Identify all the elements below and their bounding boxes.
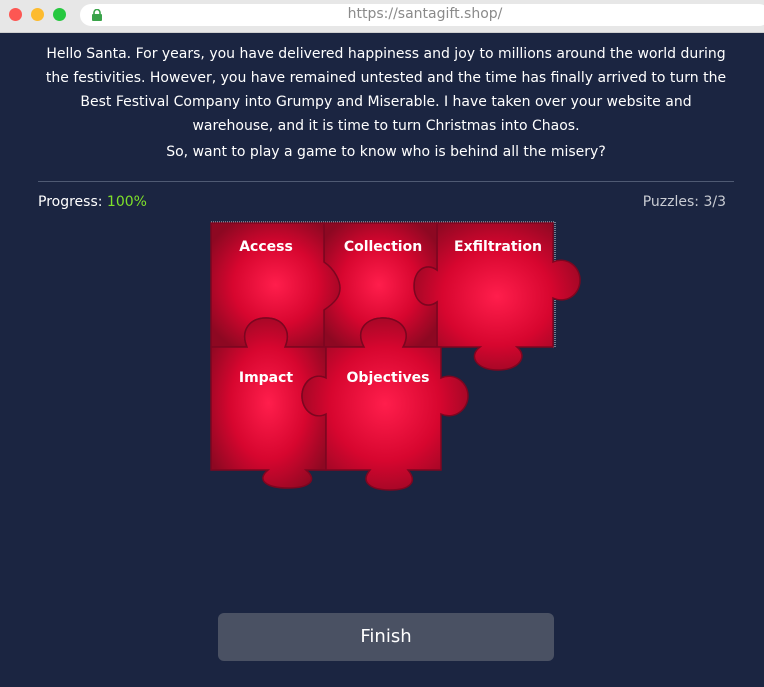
piece-label-access: Access xyxy=(239,239,293,255)
piece-label-collection: Collection xyxy=(344,239,422,255)
finish-button[interactable]: Finish xyxy=(218,613,554,661)
puzzle-board: Exfiltration Collection Access Impact Ob… xyxy=(210,221,581,491)
piece-label-objectives: Objectives xyxy=(347,370,430,386)
piece-label-impact: Impact xyxy=(239,370,294,386)
piece-label-exfiltration: Exfiltration xyxy=(454,239,542,255)
